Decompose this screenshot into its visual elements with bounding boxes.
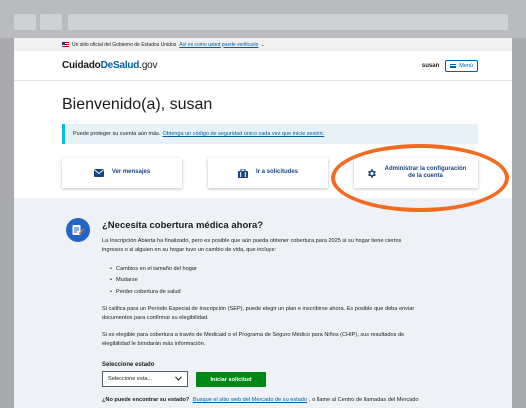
quick-actions: Ver mensajes Ir a solicitudes Administra… <box>62 158 478 192</box>
paragraph-line: ingresos o si alguien en su hogar tuvo u… <box>102 247 277 254</box>
list-item: Mudarse <box>110 275 197 286</box>
security-info-alert: Puede proteger su cuenta aún más. Obteng… <box>62 124 478 144</box>
browser-chrome <box>0 0 526 38</box>
paragraph-line: elegibilidad le brindarán más informació… <box>102 341 206 348</box>
view-messages-label: Ver mensajes <box>111 169 151 176</box>
start-application-button[interactable]: Iniciar solicitud <box>196 372 266 387</box>
list-item: Perder cobertura de salud <box>110 287 197 298</box>
state-select-label: Seleccione estado <box>102 362 155 368</box>
site-logo[interactable]: CuidadoDeSalud.gov <box>62 60 158 71</box>
coverage-intro: La Inscripción Abierta ha finalizado, pe… <box>102 237 482 255</box>
go-to-applications-label: Ir a solicitudes <box>255 169 298 176</box>
sep-paragraph: Si califica para un Período Especial de … <box>102 305 482 323</box>
paragraph-line: La Inscripción Abierta ha finalizado, pe… <box>102 238 402 244</box>
list-item: Cambios en el tamaño del hogar <box>110 264 197 275</box>
manage-account-settings-label: Administrar la configuración de la cuent… <box>385 166 467 181</box>
state-marketplace-link[interactable]: Busque el sitio web del Mercado de su es… <box>193 397 307 403</box>
paragraph-line: Si califica para un Período Especial de … <box>102 306 415 312</box>
manage-account-settings-button[interactable]: Administrar la configuración de la cuent… <box>354 158 478 188</box>
us-flag-icon <box>62 42 69 47</box>
browser-tab[interactable] <box>14 14 36 30</box>
page-title: Bienvenido(a), susan <box>62 96 213 113</box>
coverage-section: ¿Necesita cobertura médica ahora? La Ins… <box>14 198 512 408</box>
chevron-down-icon[interactable]: ⌄ <box>260 42 264 48</box>
security-code-link[interactable]: Obtenga un código de seguridad único cad… <box>162 131 324 137</box>
logo-part: .gov <box>139 60 158 71</box>
life-change-list: Cambios en el tamaño del hogar Mudarse P… <box>110 264 197 298</box>
state-select[interactable]: Seleccione esta... <box>102 371 188 387</box>
paragraph-line: Si es elegible para cobertura a través d… <box>102 332 405 338</box>
envelope-icon <box>93 169 104 177</box>
browser-tab[interactable] <box>40 14 62 30</box>
gov-banner: Un sitio oficial del Gobierno de Estados… <box>14 38 512 51</box>
settings-label-line: de la cuenta <box>408 173 443 179</box>
chevron-down-icon <box>175 375 182 383</box>
gov-banner-text: Un sitio oficial del Gobierno de Estados… <box>72 41 177 48</box>
menu-button[interactable]: Menú <box>445 59 478 72</box>
view-messages-button[interactable]: Ver mensajes <box>62 158 182 188</box>
paragraph-line: documentos para confirmar su elegibilida… <box>102 315 209 322</box>
state-select-value: Seleccione esta... <box>108 376 153 382</box>
site-header: CuidadoDeSalud.gov susan Menú <box>14 51 512 81</box>
chip-paragraph: Si es elegible para cobertura a través d… <box>102 331 482 349</box>
logo-part: DeSalud <box>100 60 140 71</box>
go-to-applications-button[interactable]: Ir a solicitudes <box>208 158 328 188</box>
page: Un sitio oficial del Gobierno de Estados… <box>14 38 512 408</box>
menu-label: Menú <box>459 62 473 69</box>
edit-document-icon <box>66 218 90 242</box>
gear-icon <box>366 168 377 179</box>
coverage-title: ¿Necesita cobertura médica ahora? <box>102 220 264 231</box>
hamburger-icon <box>450 63 457 68</box>
header-right: susan Menú <box>421 59 478 72</box>
find-state-question: ¿No puede encontrar su estado? <box>102 397 190 403</box>
logo-part: Cuidado <box>62 60 101 71</box>
address-bar[interactable] <box>68 14 508 30</box>
user-name: susan <box>421 62 440 69</box>
info-text: Puede proteger su cuenta aún más. <box>73 131 161 137</box>
settings-label-line: Administrar la configuración <box>384 165 467 172</box>
find-state-rest: , o llame al Centro de llamadas del Merc… <box>309 397 419 403</box>
find-state-line: ¿No puede encontrar su estado? Busque el… <box>102 397 418 403</box>
gov-banner-link[interactable]: Así es como usted puede verificarlo <box>179 42 258 48</box>
briefcase-icon <box>237 168 248 178</box>
